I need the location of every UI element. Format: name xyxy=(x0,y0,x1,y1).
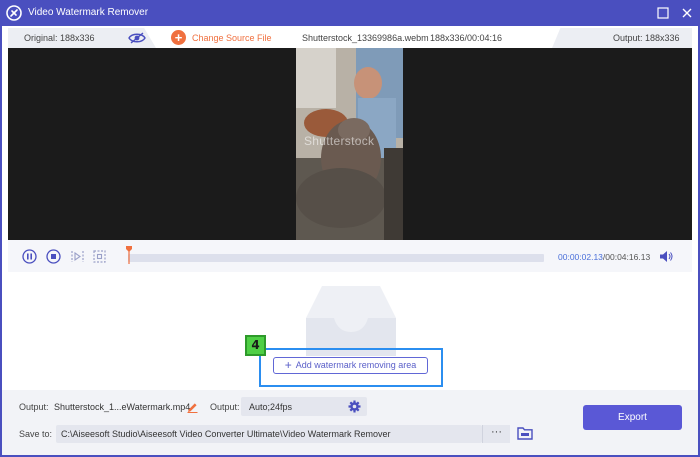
add-source-icon[interactable]: + xyxy=(171,30,186,45)
total-time: /00:04:16.13 xyxy=(602,252,651,262)
current-time: 00:00:02.13 xyxy=(558,252,603,262)
output-file-name: Shutterstock_1...eWatermark.mp4 xyxy=(54,402,191,412)
add-watermark-area-button[interactable]: + Add watermark removing area xyxy=(273,357,428,374)
window-title: Video Watermark Remover xyxy=(28,7,149,18)
save-to-label: Save to: xyxy=(19,429,53,439)
set-start-icon[interactable] xyxy=(70,249,85,264)
timeline-track[interactable] xyxy=(128,254,544,262)
volume-icon[interactable] xyxy=(659,250,673,263)
title-bar: Video Watermark Remover xyxy=(0,0,700,26)
output-format-label: Output: xyxy=(210,402,240,412)
original-size-label: Original: 188x336 xyxy=(24,33,95,43)
open-folder-icon[interactable] xyxy=(517,426,533,440)
info-bar: Original: 188x336 + Change Source File S… xyxy=(8,28,692,48)
playhead-handle[interactable] xyxy=(126,246,132,264)
change-source-button[interactable]: Change Source File xyxy=(192,33,272,43)
save-path-field[interactable]: C:\Aiseesoft Studio\Aiseesoft Video Conv… xyxy=(56,425,482,443)
step-number-badge: 4 xyxy=(245,335,266,356)
output-format-value: Auto;24fps xyxy=(249,402,293,412)
app-logo-icon xyxy=(6,5,22,21)
export-button[interactable]: Export xyxy=(583,405,682,430)
add-area-label: Add watermark removing area xyxy=(295,360,417,370)
stop-icon[interactable] xyxy=(46,249,61,264)
time-display: 00:00:02.13/00:04:16.13 xyxy=(558,252,650,262)
plus-icon: + xyxy=(284,358,292,372)
pause-icon[interactable] xyxy=(22,249,37,264)
save-path-value: C:\Aiseesoft Studio\Aiseesoft Video Conv… xyxy=(61,429,391,439)
settings-gear-icon[interactable] xyxy=(348,400,361,413)
maximize-icon[interactable] xyxy=(656,6,670,20)
eye-slash-icon[interactable] xyxy=(128,31,146,45)
file-name: Shutterstock_13369986a.webm xyxy=(302,33,429,43)
output-size-label: Output: 188x336 xyxy=(613,33,680,43)
browse-button[interactable]: ··· xyxy=(482,425,510,443)
playback-controls: 00:00:02.13/00:04:16.13 xyxy=(8,240,692,272)
set-end-icon[interactable] xyxy=(92,249,107,264)
close-icon[interactable] xyxy=(680,6,694,20)
file-meta: 188x336/00:04:16 xyxy=(430,33,503,43)
video-preview: Shutterstock xyxy=(8,48,692,240)
edit-pencil-icon[interactable] xyxy=(187,402,198,413)
empty-tray-icon xyxy=(306,286,396,356)
watermark-text: Shutterstock xyxy=(304,134,375,148)
output-file-label: Output: xyxy=(19,402,49,412)
video-frame[interactable]: Shutterstock xyxy=(296,48,403,240)
